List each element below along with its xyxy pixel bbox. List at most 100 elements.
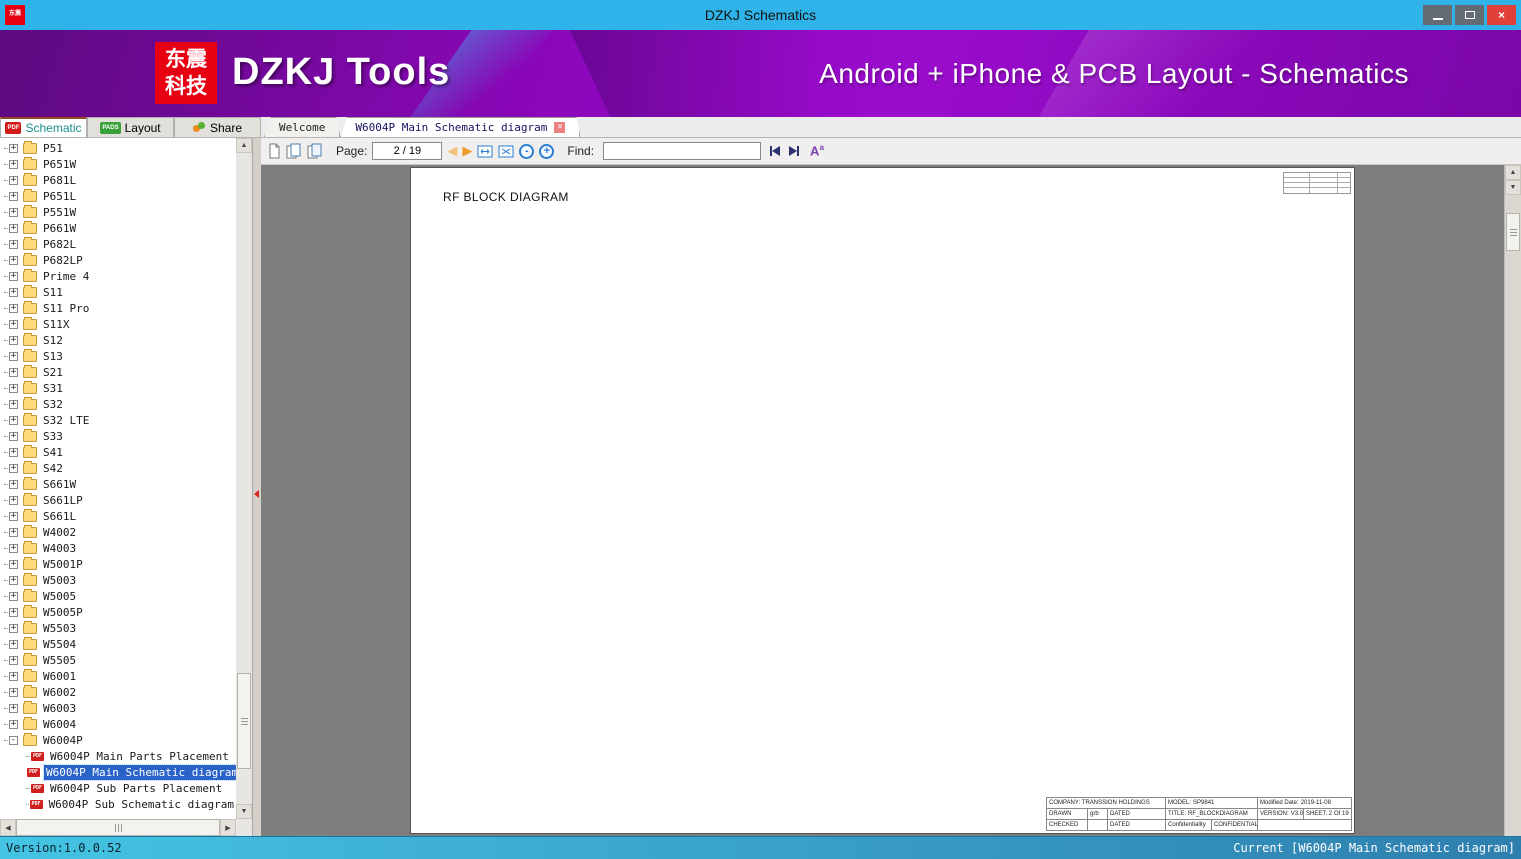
tree-folder[interactable]: +Prime 4 — [0, 268, 236, 284]
expand-icon[interactable]: + — [9, 496, 18, 505]
expand-icon[interactable]: + — [9, 304, 18, 313]
next-page-icon[interactable]: ▶ — [462, 143, 472, 159]
tree-folder[interactable]: +P651W — [0, 156, 236, 172]
expand-icon[interactable]: + — [9, 704, 18, 713]
tree-folder[interactable]: +W4002 — [0, 524, 236, 540]
tree-folder[interactable]: +W5005P — [0, 604, 236, 620]
expand-icon[interactable]: + — [9, 608, 18, 617]
expand-icon[interactable]: + — [9, 320, 18, 329]
tab-layout[interactable]: PADS Layout — [87, 117, 174, 137]
tree-folder[interactable]: +S31 — [0, 380, 236, 396]
viewer-vertical-scrollbar[interactable]: ▲ ▼ — [1504, 165, 1521, 836]
tree-folder[interactable]: +P681L — [0, 172, 236, 188]
tree-folder[interactable]: +P682LP — [0, 252, 236, 268]
tree-folder[interactable]: +P661W — [0, 220, 236, 236]
fit-page-icon[interactable] — [498, 144, 514, 159]
page-copy-icon[interactable] — [307, 143, 323, 159]
tree-folder[interactable]: +W5504 — [0, 636, 236, 652]
expand-icon[interactable]: + — [9, 208, 18, 217]
tree-folder[interactable]: +W6003 — [0, 700, 236, 716]
page-input[interactable] — [372, 142, 442, 160]
fit-width-icon[interactable] — [477, 144, 493, 159]
tree-folder[interactable]: +W5503 — [0, 620, 236, 636]
tree-folder[interactable]: +S32 LTE — [0, 412, 236, 428]
scroll-down-icon[interactable]: ▼ — [236, 804, 252, 819]
expand-icon[interactable]: + — [9, 592, 18, 601]
expand-icon[interactable]: + — [9, 512, 18, 521]
tree-folder[interactable]: +S661W — [0, 476, 236, 492]
collapse-icon[interactable]: - — [9, 736, 18, 745]
expand-icon[interactable]: + — [9, 240, 18, 249]
expand-icon[interactable]: + — [9, 256, 18, 265]
tree-folder[interactable]: +W5001P — [0, 556, 236, 572]
scroll-left-icon[interactable]: ◀ — [0, 819, 16, 836]
zoom-out-icon[interactable]: - — [519, 144, 534, 159]
tree-folder[interactable]: +W6004 — [0, 716, 236, 732]
tree-folder[interactable]: +S11 — [0, 284, 236, 300]
single-page-icon[interactable] — [268, 143, 281, 159]
tree-folder[interactable]: +S11X — [0, 316, 236, 332]
expand-icon[interactable]: + — [9, 176, 18, 185]
scroll-up-icon[interactable]: ▲ — [1505, 165, 1521, 180]
expand-icon[interactable]: + — [9, 688, 18, 697]
expand-icon[interactable]: + — [9, 336, 18, 345]
prev-page-icon[interactable]: ◀ — [447, 143, 457, 159]
tree-folder[interactable]: +S41 — [0, 444, 236, 460]
expand-icon[interactable]: + — [9, 416, 18, 425]
expand-icon[interactable]: + — [9, 192, 18, 201]
expand-icon[interactable]: + — [9, 288, 18, 297]
tree-folder[interactable]: +P551W — [0, 204, 236, 220]
expand-icon[interactable]: + — [9, 640, 18, 649]
expand-icon[interactable]: + — [9, 432, 18, 441]
find-previous-icon[interactable] — [770, 145, 780, 157]
tab-share[interactable]: Share — [174, 117, 261, 137]
doc-tab-current[interactable]: W6004P Main Schematic diagram × — [340, 117, 580, 137]
doc-tab-welcome[interactable]: Welcome — [264, 117, 340, 137]
tree-file[interactable]: PDFW6004P Main Parts Placement — [0, 748, 236, 764]
tree-vertical-scrollbar[interactable]: ▲ ▼ — [236, 138, 252, 819]
expand-icon[interactable]: + — [9, 352, 18, 361]
expand-icon[interactable]: + — [9, 272, 18, 281]
expand-icon[interactable]: + — [9, 576, 18, 585]
tree-folder[interactable]: +S21 — [0, 364, 236, 380]
scroll-down-icon[interactable]: ▼ — [1505, 180, 1521, 195]
zoom-in-icon[interactable]: + — [539, 144, 554, 159]
expand-icon[interactable]: + — [9, 656, 18, 665]
minimize-button[interactable] — [1423, 5, 1452, 25]
viewer-scrollbar-thumb[interactable] — [1506, 213, 1520, 251]
pdf-viewer[interactable]: RF BLOCK DIAGRAM COMPANY: TRANSSION HOLD… — [261, 165, 1521, 836]
expand-icon[interactable]: + — [9, 448, 18, 457]
tree-folder[interactable]: +W6001 — [0, 668, 236, 684]
expand-icon[interactable]: + — [9, 528, 18, 537]
scroll-up-icon[interactable]: ▲ — [236, 138, 252, 153]
expand-icon[interactable]: + — [9, 544, 18, 553]
expand-icon[interactable]: + — [9, 624, 18, 633]
expand-icon[interactable]: + — [9, 720, 18, 729]
expand-icon[interactable]: + — [9, 464, 18, 473]
tree-folder[interactable]: +S42 — [0, 460, 236, 476]
expand-icon[interactable]: + — [9, 368, 18, 377]
expand-icon[interactable]: + — [9, 144, 18, 153]
two-pages-icon[interactable] — [286, 143, 302, 159]
tree-file[interactable]: PDFW6004P Main Schematic diagram — [0, 764, 236, 780]
scroll-right-icon[interactable]: ▶ — [220, 819, 236, 836]
tree-folder[interactable]: +W6002 — [0, 684, 236, 700]
tree-file[interactable]: PDFW6004P Sub Schematic diagram — [0, 796, 236, 812]
tab-close-icon[interactable]: × — [554, 122, 565, 133]
tree-horizontal-scrollbar[interactable]: ◀ ▶ — [0, 819, 236, 836]
expand-icon[interactable]: + — [9, 160, 18, 169]
tree-hscrollbar-thumb[interactable] — [16, 819, 220, 836]
tree-folder[interactable]: +W4003 — [0, 540, 236, 556]
tab-schematic[interactable]: PDF Schematic — [0, 117, 87, 137]
tree-folder[interactable]: +P51 — [0, 140, 236, 156]
tree-folder[interactable]: +S12 — [0, 332, 236, 348]
collapse-arrow-icon[interactable] — [254, 490, 259, 498]
tree-folder[interactable]: +S32 — [0, 396, 236, 412]
expand-icon[interactable]: + — [9, 560, 18, 569]
close-button[interactable]: × — [1487, 5, 1516, 25]
tree-folder[interactable]: -W6004P — [0, 732, 236, 748]
maximize-button[interactable] — [1455, 5, 1484, 25]
tree-folder[interactable]: +W5505 — [0, 652, 236, 668]
tree-folder[interactable]: +S11 Pro — [0, 300, 236, 316]
tree-folder[interactable]: +W5005 — [0, 588, 236, 604]
